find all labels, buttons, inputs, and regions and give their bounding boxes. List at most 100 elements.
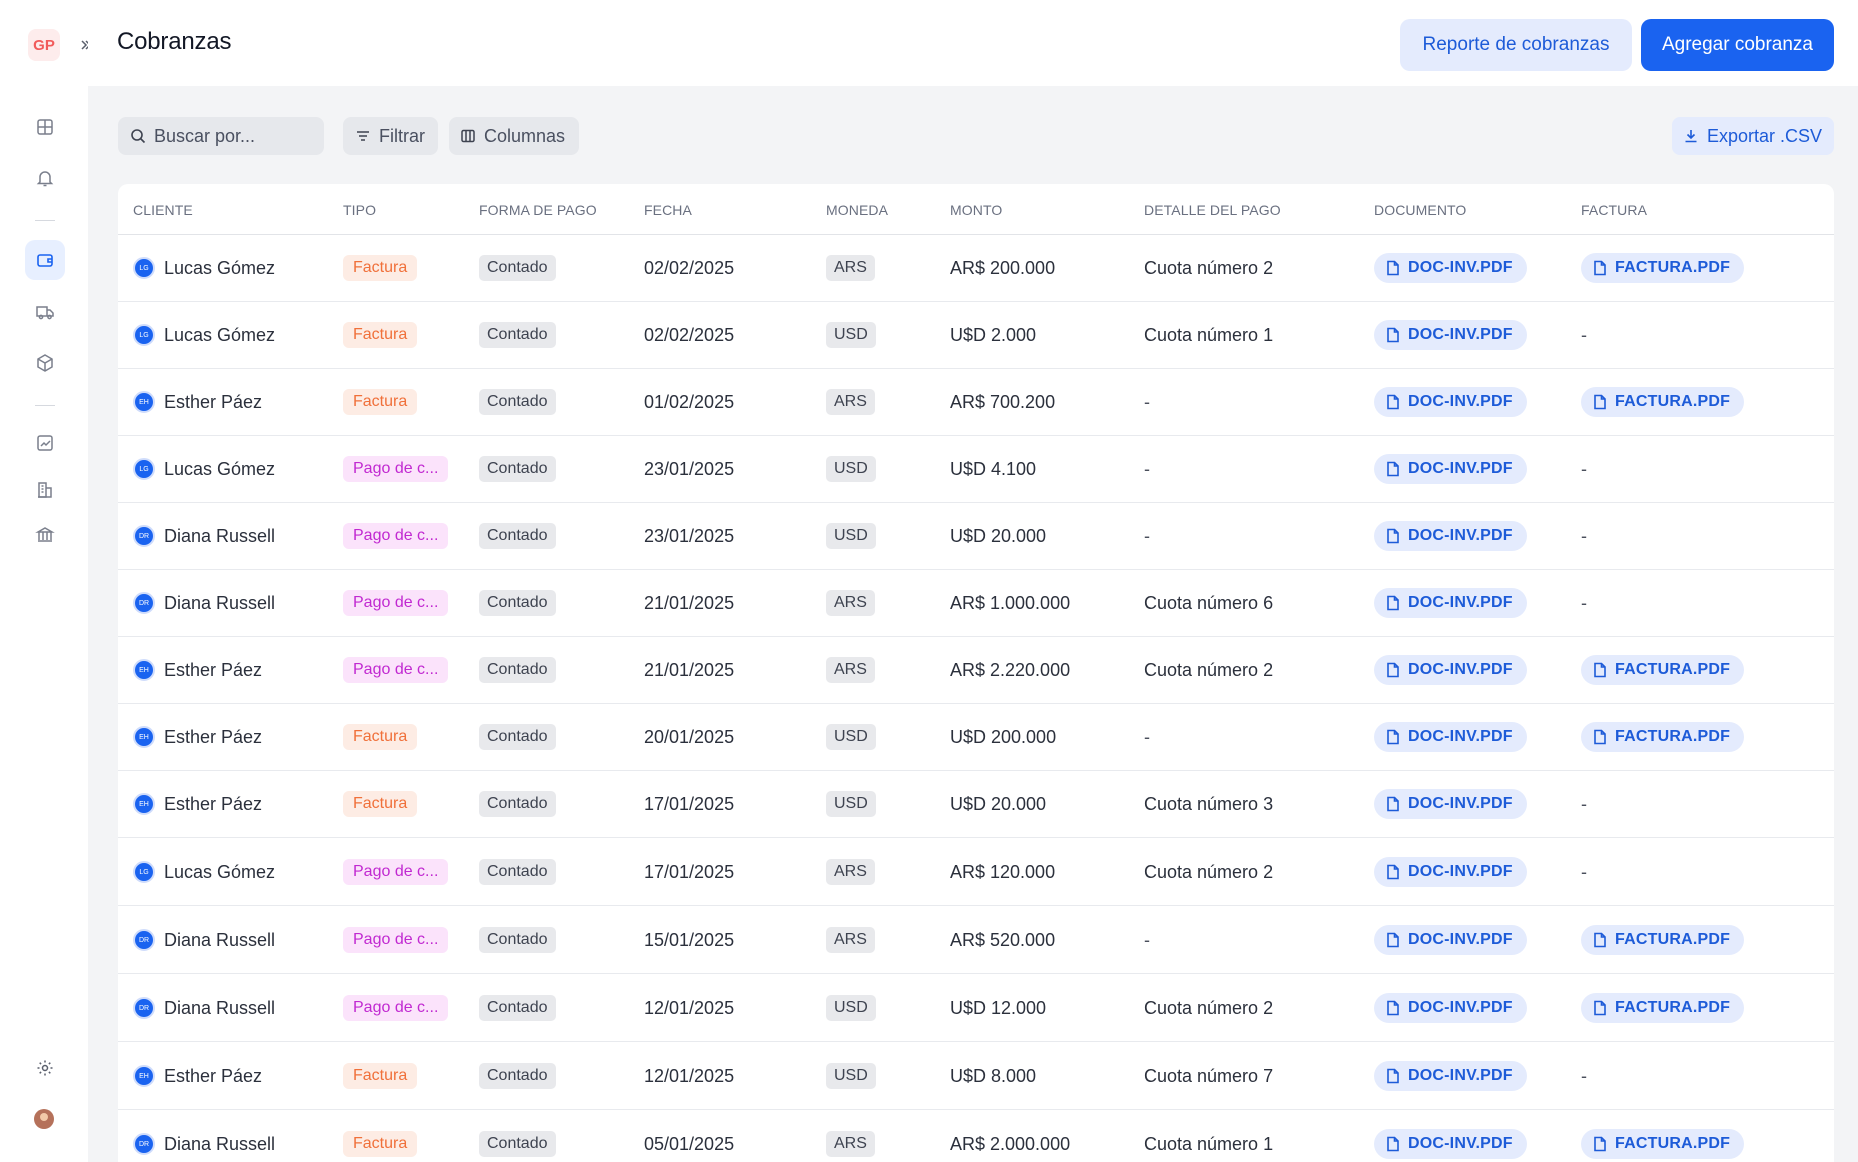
table-row[interactable]: EH Esther Páez Factura Contado 12/01/202… — [118, 1043, 1834, 1110]
client-name[interactable]: Lucas Gómez — [164, 459, 275, 480]
type-badge: Pago de c... — [343, 927, 449, 953]
chart-icon[interactable] — [25, 423, 65, 463]
client-name[interactable]: Esther Páez — [164, 727, 262, 748]
cell-currency: ARS — [826, 235, 875, 301]
search-placeholder: Buscar por... — [154, 125, 256, 146]
column-header[interactable]: DETALLE DEL PAGO — [1144, 202, 1281, 218]
client-name[interactable]: Lucas Gómez — [164, 325, 275, 346]
table-row[interactable]: DR Diana Russell Pago de c... Contado 21… — [118, 570, 1834, 637]
invoice-pdf-link[interactable]: FACTURA.PDF — [1581, 387, 1745, 417]
report-button[interactable]: Reporte de cobranzas — [1400, 19, 1632, 71]
column-header[interactable]: CLIENTE — [133, 202, 193, 218]
file-icon — [1387, 461, 1399, 477]
client-name[interactable]: Diana Russell — [164, 593, 275, 614]
invoice-pdf-link[interactable]: FACTURA.PDF — [1581, 1129, 1745, 1159]
document-pdf-link[interactable]: DOC-INV.PDF — [1374, 722, 1527, 752]
table-row[interactable]: LG Lucas Gómez Factura Contado 02/02/202… — [118, 302, 1834, 369]
table-row[interactable]: EH Esther Páez Pago de c... Contado 21/0… — [118, 637, 1834, 704]
table-row[interactable]: LG Lucas Gómez Factura Contado 02/02/202… — [118, 235, 1834, 302]
table-row[interactable]: DR Diana Russell Pago de c... Contado 23… — [118, 503, 1834, 570]
add-collection-button[interactable]: Agregar cobranza — [1641, 19, 1834, 71]
client-name[interactable]: Esther Páez — [164, 392, 262, 413]
bank-icon[interactable] — [25, 515, 65, 555]
invoice-pdf-link[interactable]: FACTURA.PDF — [1581, 722, 1745, 752]
payment-method-badge: Contado — [479, 995, 556, 1021]
bell-icon[interactable] — [25, 158, 65, 198]
client-name[interactable]: Diana Russell — [164, 998, 275, 1019]
cell-date: 02/02/2025 — [644, 302, 734, 368]
document-pdf-link[interactable]: DOC-INV.PDF — [1374, 387, 1527, 417]
table-row[interactable]: DR Diana Russell Pago de c... Contado 15… — [118, 907, 1834, 974]
invoice-pdf-link[interactable]: FACTURA.PDF — [1581, 925, 1745, 955]
column-header[interactable]: FORMA DE PAGO — [479, 202, 597, 218]
box-icon[interactable] — [25, 343, 65, 383]
document-pdf-link[interactable]: DOC-INV.PDF — [1374, 925, 1527, 955]
client-name[interactable]: Diana Russell — [164, 526, 275, 547]
document-pdf-link[interactable]: DOC-INV.PDF — [1374, 1129, 1527, 1159]
document-pdf-link[interactable]: DOC-INV.PDF — [1374, 655, 1527, 685]
client-name[interactable]: Esther Páez — [164, 660, 262, 681]
export-csv-button[interactable]: Exportar .CSV — [1672, 117, 1834, 155]
table-row[interactable]: DR Diana Russell Pago de c... Contado 12… — [118, 975, 1834, 1042]
column-header[interactable]: TIPO — [343, 202, 376, 218]
payment-detail-text: - — [1144, 458, 1150, 479]
building-icon[interactable] — [25, 470, 65, 510]
file-icon — [1594, 1000, 1606, 1016]
document-pdf-link[interactable]: DOC-INV.PDF — [1374, 993, 1527, 1023]
document-pdf-label: DOC-INV.PDF — [1408, 661, 1513, 678]
gear-icon[interactable] — [25, 1048, 65, 1088]
client-name[interactable]: Lucas Gómez — [164, 258, 275, 279]
table-row[interactable]: EH Esther Páez Factura Contado 20/01/202… — [118, 704, 1834, 771]
payment-detail-text: Cuota número 6 — [1144, 592, 1274, 613]
column-header[interactable]: MONEDA — [826, 202, 888, 218]
type-badge: Factura — [343, 1063, 418, 1089]
client-name[interactable]: Diana Russell — [164, 1134, 275, 1155]
column-header[interactable]: FACTURA — [1581, 202, 1647, 218]
column-header[interactable]: FECHA — [644, 202, 692, 218]
document-pdf-link[interactable]: DOC-INV.PDF — [1374, 588, 1527, 618]
filter-button[interactable]: Filtrar — [343, 117, 438, 155]
cell-currency: USD — [826, 1043, 876, 1109]
cell-invoice: - — [1581, 1043, 1587, 1109]
document-pdf-link[interactable]: DOC-INV.PDF — [1374, 320, 1527, 350]
truck-icon[interactable] — [25, 292, 65, 332]
column-header[interactable]: MONTO — [950, 202, 1002, 218]
table-row[interactable]: EH Esther Páez Factura Contado 01/02/202… — [118, 369, 1834, 436]
columns-button[interactable]: Columnas — [449, 117, 579, 155]
file-icon — [1594, 662, 1606, 678]
document-pdf-link[interactable]: DOC-INV.PDF — [1374, 454, 1527, 484]
invoice-pdf-link[interactable]: FACTURA.PDF — [1581, 993, 1745, 1023]
document-pdf-link[interactable]: DOC-INV.PDF — [1374, 1061, 1527, 1091]
search-input[interactable]: Buscar por... — [118, 117, 324, 155]
document-pdf-link[interactable]: DOC-INV.PDF — [1374, 253, 1527, 283]
client-avatar: LG — [133, 324, 155, 346]
wallet-icon[interactable] — [25, 240, 65, 280]
document-pdf-link[interactable]: DOC-INV.PDF — [1374, 789, 1527, 819]
cell-client: DR Diana Russell — [133, 570, 275, 636]
invoice-pdf-link[interactable]: FACTURA.PDF — [1581, 655, 1745, 685]
column-header[interactable]: DOCUMENTO — [1374, 202, 1466, 218]
dashboard-grid-icon[interactable] — [25, 107, 65, 147]
document-pdf-label: DOC-INV.PDF — [1408, 527, 1513, 544]
table-row[interactable]: LG Lucas Gómez Pago de c... Contado 23/0… — [118, 436, 1834, 503]
document-pdf-link[interactable]: DOC-INV.PDF — [1374, 857, 1527, 887]
document-pdf-link[interactable]: DOC-INV.PDF — [1374, 521, 1527, 551]
currency-badge: ARS — [826, 255, 875, 281]
amount-text: AR$ 200.000 — [950, 257, 1056, 278]
client-name[interactable]: Lucas Gómez — [164, 862, 275, 883]
document-pdf-label: DOC-INV.PDF — [1408, 795, 1513, 812]
client-name[interactable]: Esther Páez — [164, 1066, 262, 1087]
invoice-pdf-link[interactable]: FACTURA.PDF — [1581, 253, 1745, 283]
table-row[interactable]: DR Diana Russell Factura Contado 05/01/2… — [118, 1111, 1834, 1162]
client-name[interactable]: Esther Páez — [164, 794, 262, 815]
page-header: Cobranzas Reporte de cobranzas Agregar c… — [88, 0, 1858, 86]
table-row[interactable]: LG Lucas Gómez Pago de c... Contado 17/0… — [118, 839, 1834, 906]
file-icon — [1387, 662, 1399, 678]
file-icon — [1387, 528, 1399, 544]
table-row[interactable]: EH Esther Páez Factura Contado 17/01/202… — [118, 771, 1834, 838]
client-name[interactable]: Diana Russell — [164, 930, 275, 951]
payment-detail-text: - — [1144, 726, 1150, 747]
app-logo[interactable]: GP — [28, 29, 60, 61]
user-avatar[interactable] — [34, 1109, 54, 1129]
amount-text: AR$ 700.200 — [950, 391, 1056, 412]
